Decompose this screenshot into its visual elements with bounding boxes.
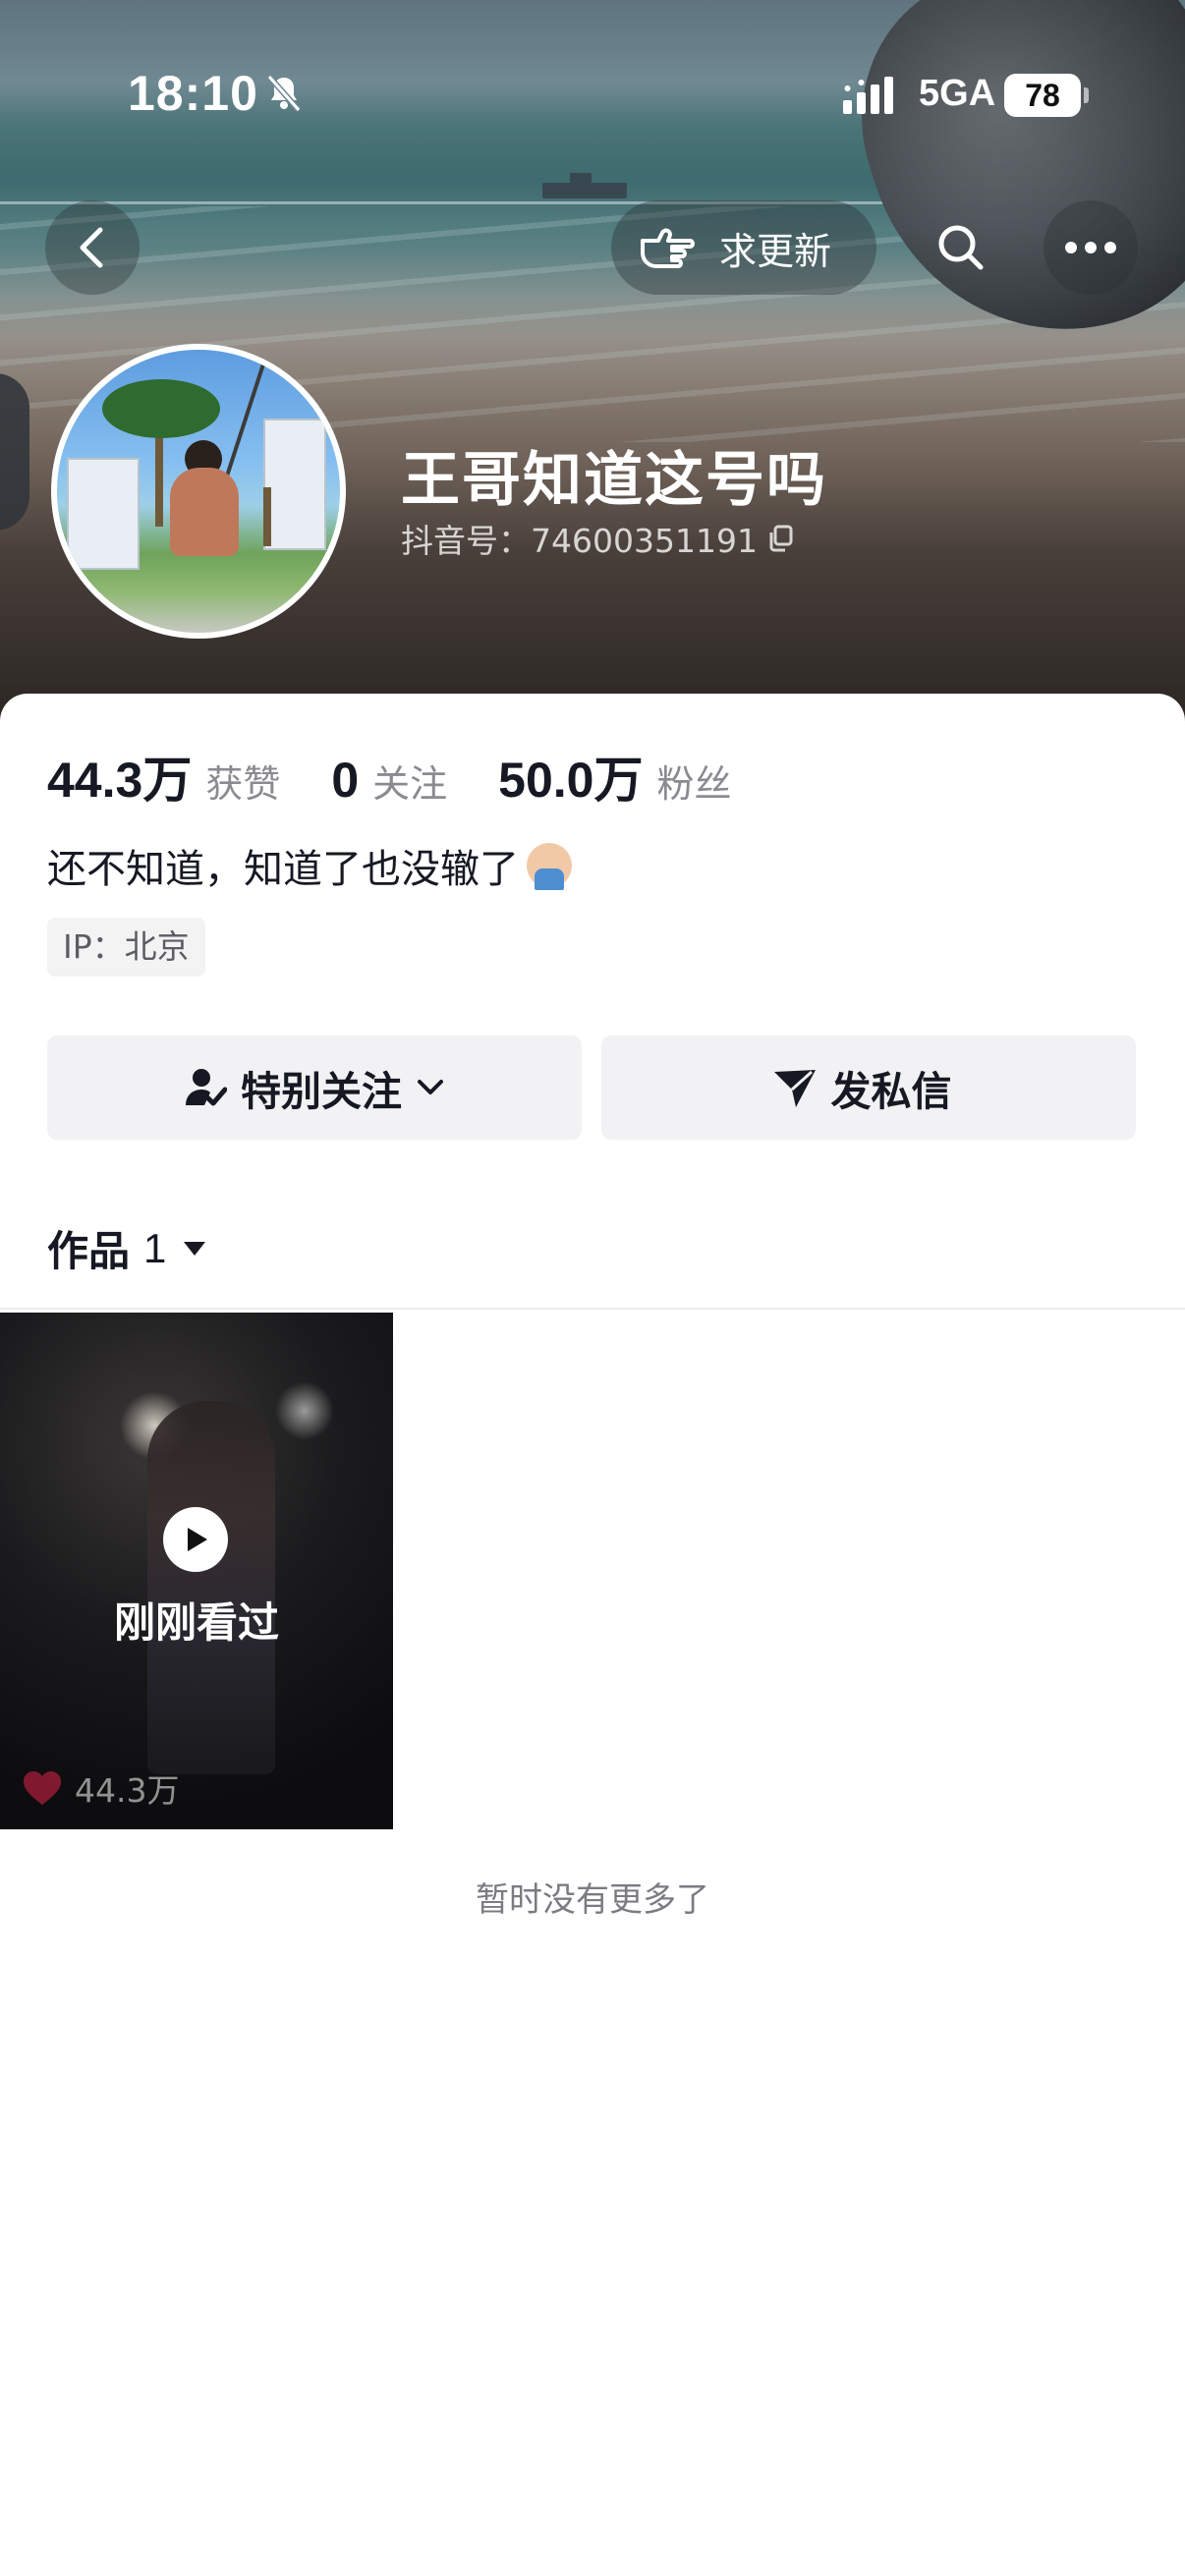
- no-more-content: 暂时没有更多了: [476, 1880, 709, 1920]
- send-plane-icon: [773, 1070, 816, 1107]
- tab-divider: [0, 1308, 1185, 1310]
- stat-label: 粉丝: [656, 762, 732, 806]
- stat-label: 关注: [372, 762, 448, 806]
- request-update-button[interactable]: 求更新: [611, 200, 876, 295]
- shrug-emoji-icon: [527, 843, 572, 890]
- play-icon: [163, 1507, 228, 1572]
- send-message-label: 发私信: [830, 1068, 952, 1115]
- copy-icon[interactable]: [767, 524, 795, 553]
- video-likes: 44.3万: [22, 1764, 179, 1812]
- special-follow-button[interactable]: 特别关注: [47, 1036, 582, 1140]
- signal-icon: [843, 77, 893, 114]
- stat-value: 44.3万: [47, 753, 193, 808]
- special-follow-label: 特别关注: [241, 1068, 402, 1115]
- profile-card: 44.3万 获赞 0 关注 50.0万 粉丝 还不知道，知道了也没辙了 IP：北…: [0, 694, 1185, 2576]
- status-bar: 18:10 5GA 78: [0, 0, 1185, 187]
- douyin-id[interactable]: 抖音号：74600351191: [401, 515, 795, 562]
- avatar[interactable]: [51, 344, 346, 639]
- more-dots-icon: [1065, 242, 1116, 253]
- stat-value: 0: [331, 753, 360, 808]
- request-update-label: 求更新: [719, 229, 832, 273]
- douyin-id-text: 抖音号：74600351191: [401, 522, 758, 560]
- heart-icon: [24, 1771, 61, 1805]
- network-type: 5GA: [919, 73, 996, 114]
- stats-row: 44.3万 获赞 0 关注 50.0万 粉丝: [47, 741, 783, 812]
- recently-watched-badge: 刚刚看过: [113, 1598, 279, 1647]
- chevron-down-icon: [418, 1080, 443, 1094]
- status-time: 18:10: [128, 66, 258, 121]
- works-count: 1: [143, 1224, 167, 1271]
- works-tab-label: 作品: [47, 1227, 131, 1275]
- back-button[interactable]: [45, 200, 140, 295]
- bio-text: 还不知道，知道了也没辙了: [47, 847, 519, 892]
- search-button[interactable]: [914, 200, 1008, 295]
- ip-location-tag: IP：北京: [47, 918, 205, 977]
- video-figure: [147, 1401, 275, 1774]
- stat-label: 获赞: [205, 762, 281, 806]
- mute-bell-icon: [266, 75, 302, 112]
- stat-following[interactable]: 0 关注: [331, 752, 447, 809]
- stat-followers[interactable]: 50.0万 粉丝: [498, 741, 731, 812]
- chevron-left-icon: [80, 227, 103, 268]
- more-options-button[interactable]: [1044, 200, 1138, 295]
- caret-down-icon: [184, 1241, 206, 1256]
- profile-name: 王哥知道这号吗: [401, 446, 827, 515]
- video-likes-count: 44.3万: [75, 1771, 180, 1810]
- search-icon: [938, 225, 984, 270]
- stat-value: 50.0万: [498, 753, 644, 808]
- works-tab[interactable]: 作品 1: [47, 1218, 207, 1278]
- user-check-icon: [186, 1069, 227, 1106]
- stat-likes[interactable]: 44.3万 获赞: [47, 741, 280, 812]
- pointing-hand-icon: [641, 228, 695, 268]
- battery-indicator: 78: [1004, 74, 1089, 117]
- send-message-button[interactable]: 发私信: [601, 1036, 1136, 1140]
- profile-bio: 还不知道，知道了也没辙了: [47, 837, 572, 894]
- video-thumbnail[interactable]: 刚刚看过 44.3万: [0, 1313, 393, 1829]
